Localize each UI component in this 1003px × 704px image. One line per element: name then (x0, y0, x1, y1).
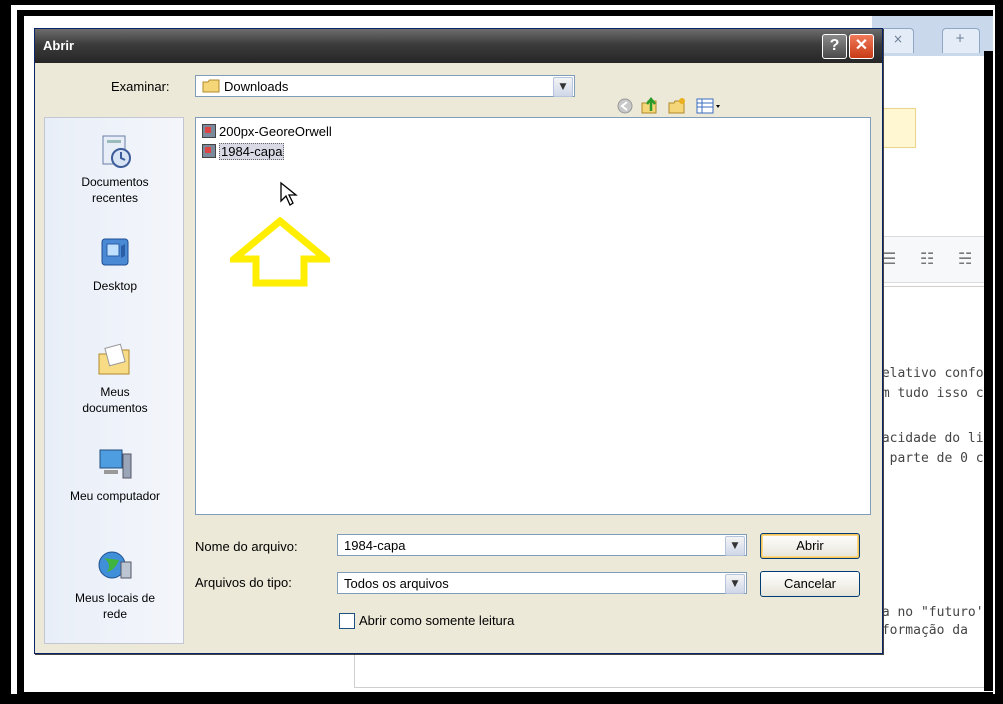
dialog-titlebar[interactable]: Abrir ? ✕ (35, 29, 882, 63)
new-folder-icon[interactable] (667, 96, 687, 116)
filetype-label: Arquivos do tipo: (195, 575, 292, 590)
place-label: Meus documentos (82, 385, 148, 415)
right-edge-bar (984, 51, 993, 691)
background-tab-strip: × + (872, 16, 993, 56)
background-text-line: dacidade do li (874, 431, 984, 446)
background-text-line: relativo confor (874, 366, 992, 381)
outdent-icon[interactable]: ☵ (958, 249, 976, 268)
help-button[interactable]: ? (822, 34, 847, 59)
file-item[interactable]: 200px-GeoreOrwell (202, 124, 332, 142)
readonly-label: Abrir como somente leitura (359, 613, 515, 628)
lookin-label: Examinar: (111, 79, 170, 94)
bullet-list-icon[interactable]: ☰ (882, 249, 900, 268)
dialog-title: Abrir (43, 38, 75, 53)
lookin-value: Downloads (224, 79, 289, 94)
background-editor-toolbar: ☰ ☷ ☵ (872, 236, 993, 283)
place-label: Desktop (92, 279, 138, 293)
image-file-icon (202, 124, 216, 138)
lookin-combo[interactable]: Downloads ▼ (195, 75, 575, 97)
place-network-places[interactable]: Meus locais de rede (45, 548, 185, 622)
view-menu-icon[interactable] (695, 96, 723, 116)
file-list[interactable]: 200px-GeoreOrwell 1984-capa (195, 117, 871, 515)
place-label: Meus locais de rede (74, 591, 156, 621)
screen: × + z ☰ ☷ ☵ relativo confor om tudo isso… (24, 16, 993, 692)
filetype-value: Todos os arquivos (344, 576, 449, 591)
new-tab-button[interactable]: + (942, 28, 980, 53)
filetype-select[interactable]: Todos os arquivos ▼ (337, 572, 747, 594)
desktop-icon (101, 238, 129, 266)
mouse-cursor-icon (280, 181, 298, 206)
filename-value: 1984-capa (344, 538, 406, 553)
chevron-down-icon[interactable]: ▼ (725, 536, 745, 556)
place-recent-documents[interactable]: Documentos recentes (45, 132, 185, 206)
back-icon[interactable] (615, 96, 635, 116)
up-arrow-annotation-icon (230, 217, 330, 287)
place-label: Meu computador (69, 489, 161, 503)
place-desktop[interactable]: Desktop (45, 236, 185, 294)
filename-input[interactable]: 1984-capa ▼ (337, 534, 747, 556)
place-label: Documentos recentes (81, 175, 149, 205)
recent-documents-icon (102, 135, 131, 168)
places-bar: Documentos recentes Desktop Meus documen… (44, 117, 184, 644)
close-button[interactable]: ✕ (849, 34, 874, 59)
filename-label: Nome do arquivo: (195, 539, 298, 554)
background-text-line: om tudo isso c (874, 386, 984, 401)
cancel-button[interactable]: Cancelar (760, 571, 860, 597)
place-my-computer[interactable]: Meu computador (45, 446, 185, 504)
chevron-down-icon[interactable]: ▼ (725, 574, 745, 594)
place-my-documents[interactable]: Meus documentos (45, 342, 185, 416)
indent-icon[interactable]: ☷ (920, 249, 938, 268)
open-file-dialog: Abrir ? ✕ Examinar: Downloads ▼ Document… (34, 28, 883, 654)
chevron-down-icon[interactable]: ▼ (553, 77, 573, 97)
file-item-selected[interactable]: 1984-capa (202, 143, 285, 162)
network-places-icon (98, 551, 132, 579)
file-name: 1984-capa (219, 143, 285, 160)
readonly-checkbox[interactable] (339, 613, 355, 629)
background-text-line: sformação da (874, 623, 968, 638)
background-text-line: sa no "futuro' (874, 605, 984, 620)
file-name: 200px-GeoreOrwell (219, 124, 332, 139)
my-documents-icon (98, 343, 130, 375)
up-folder-icon[interactable] (639, 96, 659, 116)
image-file-icon (202, 144, 216, 158)
open-button[interactable]: Abrir (760, 533, 860, 559)
folder-icon (202, 79, 220, 93)
background-text-line: a parte de 0 c (874, 451, 984, 466)
my-computer-icon (99, 449, 132, 479)
